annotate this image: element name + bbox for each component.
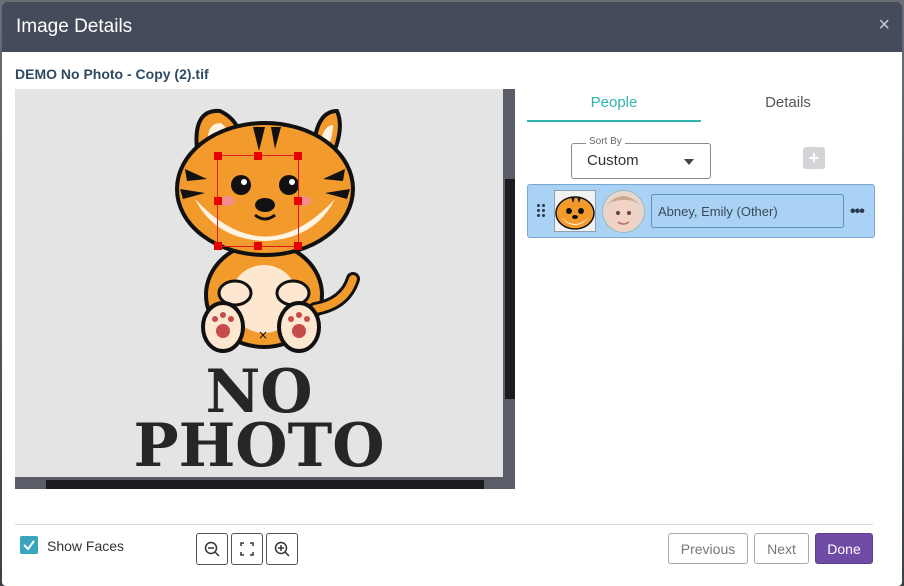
person-avatar <box>602 190 645 233</box>
resize-handle-sw[interactable] <box>214 242 222 250</box>
sort-by-label: Sort By <box>586 136 625 147</box>
show-faces-checkbox[interactable] <box>20 536 38 554</box>
resize-handle-ne[interactable] <box>294 152 302 160</box>
no-photo-text-line2: PHOTO <box>133 411 385 481</box>
show-faces-label: Show Faces <box>47 538 125 554</box>
resize-handle-nw[interactable] <box>214 152 222 160</box>
face-thumbnail <box>554 190 596 232</box>
face-detection-box[interactable] <box>214 152 302 250</box>
resize-handle-se[interactable] <box>294 242 302 250</box>
add-person-button[interactable]: + <box>803 147 825 169</box>
person-row[interactable]: Abney, Emily (Other) ••• <box>527 184 875 238</box>
done-button[interactable]: Done <box>815 533 873 564</box>
close-icon[interactable]: × <box>878 14 890 36</box>
tiger-face-thumbnail <box>555 196 595 230</box>
zoom-in-button[interactable] <box>266 533 298 565</box>
previous-button[interactable]: Previous <box>668 533 748 564</box>
dialog-header: Image Details × <box>2 2 902 52</box>
plus-icon: + <box>808 148 820 168</box>
tab-details[interactable]: Details <box>701 94 875 111</box>
tab-people[interactable]: People <box>527 94 701 122</box>
image-filename: DEMO No Photo - Copy (2).tif <box>15 66 209 82</box>
image-viewer[interactable]: × NO PHOTO <box>15 89 515 489</box>
next-button[interactable]: Next <box>754 533 809 564</box>
panel-tabs: People Details <box>527 94 874 122</box>
fit-screen-button[interactable] <box>231 533 263 565</box>
image-preview: × NO PHOTO <box>15 89 503 481</box>
footer-divider <box>15 524 873 525</box>
zoom-in-icon <box>274 541 290 557</box>
checkmark-icon <box>23 540 35 551</box>
sort-by-value: Custom <box>587 152 639 169</box>
horizontal-scrollbar[interactable] <box>46 480 484 489</box>
sort-by-select[interactable]: Sort By Custom <box>571 136 711 179</box>
drag-handle-icon[interactable] <box>537 204 547 218</box>
chevron-down-icon <box>684 159 694 165</box>
resize-handle-w[interactable] <box>214 197 222 205</box>
resize-handle-s[interactable] <box>254 242 262 250</box>
person-name-field[interactable]: Abney, Emily (Other) <box>651 194 844 228</box>
svg-text:×: × <box>258 328 268 342</box>
person-photo <box>603 191 644 232</box>
more-options-icon[interactable]: ••• <box>850 203 865 221</box>
vertical-scrollbar[interactable] <box>505 179 515 399</box>
zoom-out-button[interactable] <box>196 533 228 565</box>
resize-handle-e[interactable] <box>294 197 302 205</box>
resize-handle-n[interactable] <box>254 152 262 160</box>
fit-screen-icon <box>240 542 254 556</box>
dialog-title: Image Details <box>16 16 133 37</box>
zoom-out-icon <box>204 541 220 557</box>
